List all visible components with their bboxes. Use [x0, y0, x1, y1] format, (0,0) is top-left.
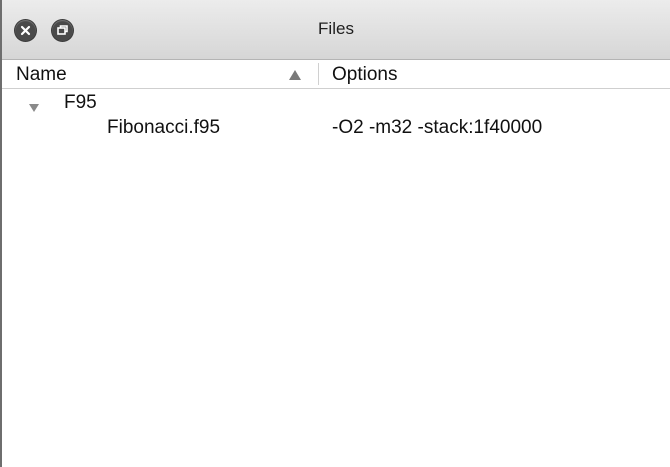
- column-header-name[interactable]: Name: [16, 64, 67, 86]
- files-window: Files Name Options F95 Fibonacci.f95 -O2…: [0, 0, 670, 467]
- column-header: Name Options: [2, 60, 670, 89]
- column-header-options[interactable]: Options: [332, 64, 397, 86]
- window-title: Files: [318, 19, 354, 38]
- disclosure-triangle-icon[interactable]: [28, 100, 40, 118]
- sort-ascending-icon[interactable]: [288, 68, 302, 86]
- column-divider[interactable]: [318, 63, 319, 85]
- tree-folder-f95[interactable]: F95: [64, 92, 97, 114]
- tree-file-options[interactable]: -O2 -m32 -stack:1f40000: [332, 117, 542, 139]
- tree-file-name[interactable]: Fibonacci.f95: [107, 117, 220, 139]
- titlebar[interactable]: Files: [2, 0, 670, 60]
